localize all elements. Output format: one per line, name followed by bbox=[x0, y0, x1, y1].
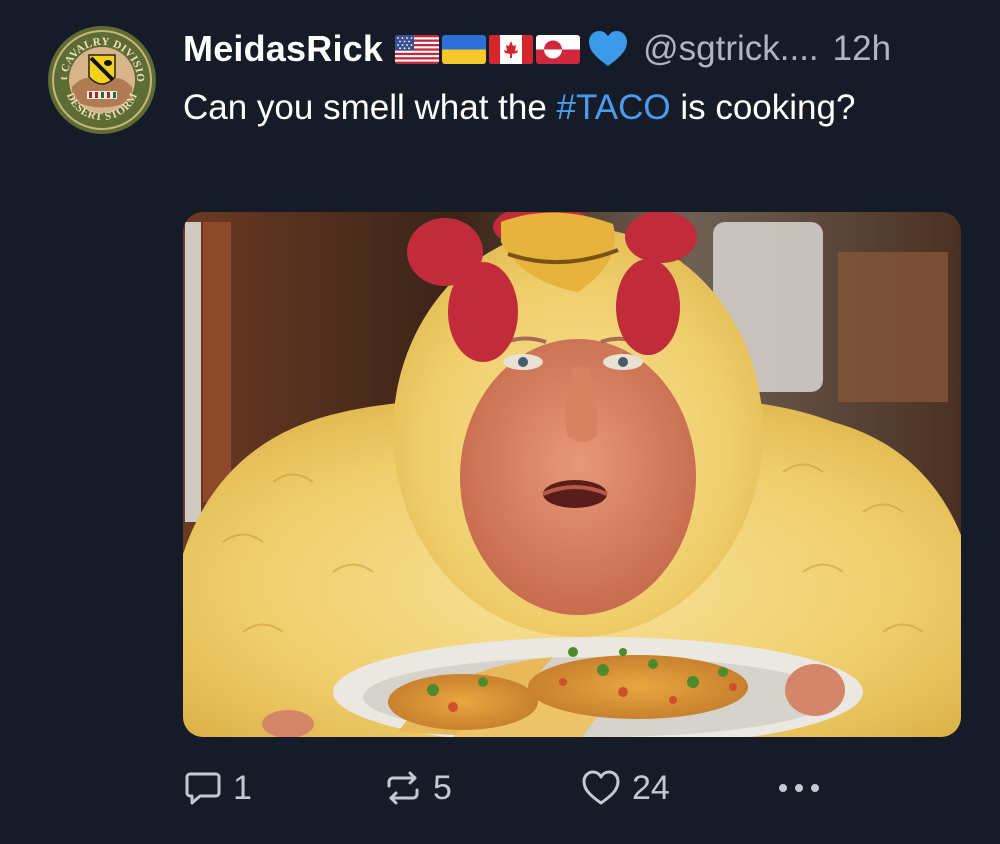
more-dots-icon bbox=[779, 784, 819, 792]
hashtag-link[interactable]: #TACO bbox=[557, 88, 671, 127]
repost-button[interactable]: 5 bbox=[383, 760, 452, 816]
greenland-flag-icon bbox=[536, 34, 581, 64]
ukraine-flag-icon bbox=[442, 34, 487, 64]
blue-heart-icon bbox=[589, 31, 628, 66]
reply-button[interactable]: 1 bbox=[183, 760, 252, 816]
canada-flag-icon bbox=[489, 34, 534, 64]
reply-count: 1 bbox=[233, 768, 252, 807]
heart-outline-icon bbox=[582, 770, 620, 805]
chicken-costume-taco-image bbox=[183, 212, 961, 737]
post-body: Can you smell what the #TACO is cooking? bbox=[183, 84, 943, 132]
repost-icon bbox=[387, 771, 419, 805]
post-actions: 1 5 24 bbox=[183, 760, 863, 816]
post-timestamp[interactable]: 12h bbox=[833, 29, 891, 69]
us-flag-icon bbox=[395, 34, 440, 64]
name-emojis bbox=[395, 29, 629, 69]
like-button[interactable]: 24 bbox=[580, 760, 670, 816]
post-header: MeidasRick @sgtrick.... 12h bbox=[183, 26, 891, 72]
author-avatar[interactable]: 1st CAVALRY DIVISION DESERT STORM bbox=[43, 16, 157, 135]
repost-count: 5 bbox=[433, 768, 452, 807]
post-text-end: is cooking? bbox=[670, 88, 856, 127]
cavalry-division-patch-icon: 1st CAVALRY DIVISION DESERT STORM bbox=[43, 16, 156, 134]
post-text-start: Can you smell what the bbox=[183, 88, 557, 127]
author-display-name[interactable]: MeidasRick bbox=[183, 28, 383, 70]
like-count: 24 bbox=[632, 768, 670, 807]
more-options-button[interactable] bbox=[776, 760, 822, 816]
post-image[interactable] bbox=[183, 212, 961, 737]
reply-bubble-icon bbox=[185, 772, 221, 805]
author-handle[interactable]: @sgtrick.... bbox=[643, 29, 819, 69]
